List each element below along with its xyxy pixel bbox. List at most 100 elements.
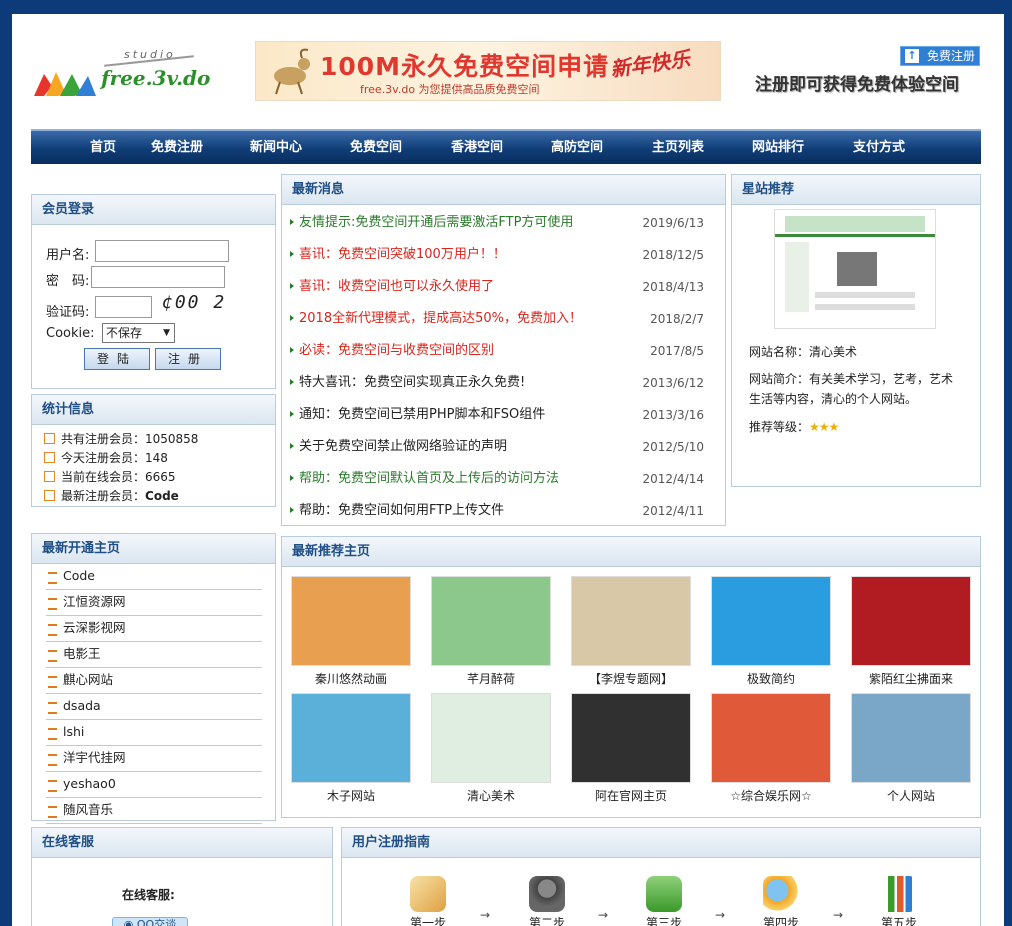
star-site-thumbnail[interactable] <box>774 209 936 329</box>
list-item[interactable]: yeshao0 <box>46 772 262 798</box>
nav-item-ddos-space[interactable]: 高防空间 <box>551 131 603 164</box>
recommended-item-name[interactable]: 秦川悠然动画 <box>290 670 412 687</box>
stat-online-members: 当前在线会员：6665 <box>44 468 176 485</box>
site-logo[interactable]: studio free.3v.do <box>34 48 210 108</box>
news-item-date: 2018/4/13 <box>642 280 704 294</box>
recommended-item[interactable]: ☆综合娱乐网☆ <box>710 693 832 804</box>
recommended-item-name[interactable]: 芊月醉荷 <box>430 670 552 687</box>
guide-step-1[interactable]: 第一步 <box>403 876 453 926</box>
login-register-button[interactable]: 注册 <box>155 348 221 370</box>
qq-chat-button[interactable]: ◉ QQ交谈 <box>112 917 188 926</box>
recommended-thumbnail[interactable] <box>571 576 691 666</box>
recommended-thumbnail[interactable] <box>291 693 411 783</box>
news-item-title[interactable]: 特大喜讯：免费空间实现真正永久免费! <box>289 367 525 399</box>
nav-item-payment[interactable]: 支付方式 <box>853 131 905 164</box>
recommended-item-name[interactable]: ☆综合娱乐网☆ <box>710 787 832 804</box>
guide-step-4-label: 第四步 <box>762 916 799 926</box>
news-item-title[interactable]: 必读：免费空间与收费空间的区别 <box>289 335 494 367</box>
guide-step-1-label: 第一步 <box>409 916 446 926</box>
recommended-item-name[interactable]: 阿在官网主页 <box>570 787 692 804</box>
recommended-item-name[interactable]: 木子网站 <box>290 787 412 804</box>
recommended-item[interactable]: 木子网站 <box>290 693 412 804</box>
cookie-select-value: 不保存 <box>106 326 143 340</box>
login-button[interactable]: 登陆 <box>84 348 150 370</box>
guide-step-2[interactable]: 第二步 <box>522 876 572 926</box>
recommended-item-name[interactable]: 【李煜专题网】 <box>570 670 692 687</box>
nav-item-homepage-list[interactable]: 主页列表 <box>652 131 704 164</box>
news-item[interactable]: 必读：免费空间与收费空间的区别 2017/8/5 <box>289 335 714 367</box>
recommended-thumbnail[interactable] <box>711 693 831 783</box>
news-item-title[interactable]: 通知：免费空间已禁用PHP脚本和FSO组件 <box>289 399 545 431</box>
username-label: 用户名: <box>46 248 90 263</box>
recommended-thumbnail[interactable] <box>851 576 971 666</box>
password-input[interactable] <box>91 266 225 288</box>
recommended-thumbnail[interactable] <box>851 693 971 783</box>
cookie-select[interactable]: 不保存 ▼ <box>102 323 175 343</box>
recommended-item-name[interactable]: 个人网站 <box>850 787 972 804</box>
news-item[interactable]: 通知：免费空间已禁用PHP脚本和FSO组件 2013/3/16 <box>289 399 714 431</box>
register-button[interactable]: ↑ 免费注册 <box>900 46 980 66</box>
recommended-item[interactable]: 极致简约 <box>710 576 832 687</box>
list-item[interactable]: 麒心网站 <box>46 668 262 694</box>
list-item[interactable]: dsada <box>46 694 262 720</box>
news-item[interactable]: 喜讯：收费空间也可以永久使用了 2018/4/13 <box>289 271 714 303</box>
star-site-name-value[interactable]: 清心美术 <box>809 345 857 359</box>
news-item[interactable]: 帮助：免费空间默认首页及上传后的访问方法 2012/4/14 <box>289 463 714 495</box>
news-item-title[interactable]: 关于免费空间禁止做网络验证的声明 <box>289 431 507 463</box>
recommended-thumbnail[interactable] <box>431 693 551 783</box>
news-item-title[interactable]: 友情提示:免费空间开通后需要激活FTP方可使用 <box>289 207 573 239</box>
username-input[interactable] <box>95 240 229 262</box>
arrow-right-icon: → <box>480 908 491 922</box>
recommended-thumbnail[interactable] <box>711 576 831 666</box>
recommended-panel: 最新推荐主页 秦川悠然动画 芊月醉荷 【李煜专题网】 极致简约 紫陌红尘拂面来 木子网站 清… <box>281 536 981 818</box>
nav-item-news[interactable]: 新闻中心 <box>250 131 302 164</box>
recommended-item[interactable]: 芊月醉荷 <box>430 576 552 687</box>
recommended-item[interactable]: 【李煜专题网】 <box>570 576 692 687</box>
arrow-right-icon: → <box>833 908 844 922</box>
recommended-item[interactable]: 清心美术 <box>430 693 552 804</box>
news-item[interactable]: 2018全新代理模式，提成高达50%，免费加入！ 2018/2/7 <box>289 303 714 335</box>
nav-item-hk-space[interactable]: 香港空间 <box>451 131 503 164</box>
news-item-title[interactable]: 2018全新代理模式，提成高达50%，免费加入！ <box>290 303 582 335</box>
list-item[interactable]: 洋宇代挂网 <box>46 746 262 772</box>
news-item-title[interactable]: 帮助：免费空间默认首页及上传后的访问方法 <box>289 463 559 495</box>
rating-stars-icon: ★★★ <box>809 420 839 434</box>
recommended-item-name[interactable]: 紫陌红尘拂面来 <box>850 670 972 687</box>
nav-item-free-space[interactable]: 免费空间 <box>350 131 402 164</box>
news-item[interactable]: 喜讯：免费空间突破100万用户！！ 2018/12/5 <box>289 239 714 271</box>
news-item-title[interactable]: 帮助：免费空间如何用FTP上传文件 <box>289 495 504 527</box>
goat-icon <box>274 48 310 95</box>
recommended-thumbnail[interactable] <box>291 576 411 666</box>
recommended-item-name[interactable]: 清心美术 <box>430 787 552 804</box>
news-item-title[interactable]: 喜讯：免费空间突破100万用户！！ <box>290 239 506 271</box>
recommended-item[interactable]: 阿在官网主页 <box>570 693 692 804</box>
list-item[interactable]: 随风音乐 <box>46 798 262 824</box>
nav-item-free-register[interactable]: 免费注册 <box>151 131 203 164</box>
recommended-item-name[interactable]: 极致简约 <box>710 670 832 687</box>
nav-item-home[interactable]: 首页 <box>90 131 116 164</box>
recommended-item[interactable]: 个人网站 <box>850 693 972 804</box>
recommended-item[interactable]: 紫陌红尘拂面来 <box>850 576 972 687</box>
banner-ad[interactable]: 100M永久免费空间申请 free.3v.do 为您提供高品质免费空间 新年快乐 <box>255 41 721 101</box>
news-item[interactable]: 帮助：免费空间如何用FTP上传文件 2012/4/11 <box>289 495 714 527</box>
news-item[interactable]: 关于免费空间禁止做网络验证的声明 2012/5/10 <box>289 431 714 463</box>
list-item[interactable]: Code <box>46 564 262 590</box>
list-item[interactable]: 云深影视网 <box>46 616 262 642</box>
list-item[interactable]: 江恒资源网 <box>46 590 262 616</box>
news-item-title[interactable]: 喜讯：收费空间也可以永久使用了 <box>289 271 494 303</box>
arrow-up-icon: ↑ <box>905 49 919 63</box>
guide-step-4[interactable]: 第四步 <box>756 876 806 926</box>
list-item[interactable]: lshi <box>46 720 262 746</box>
guide-step-3[interactable]: 第三步 <box>639 876 689 926</box>
news-item[interactable]: 特大喜讯：免费空间实现真正永久免费! 2013/6/12 <box>289 367 714 399</box>
recommended-item[interactable]: 秦川悠然动画 <box>290 576 412 687</box>
stat-latest-value[interactable]: Code <box>145 489 179 503</box>
guide-step-5[interactable]: 第五步 <box>874 876 924 926</box>
list-item[interactable]: 电影王 <box>46 642 262 668</box>
captcha-input[interactable] <box>95 296 152 318</box>
captcha-image[interactable]: ¢00 2 <box>162 292 226 313</box>
recommended-thumbnail[interactable] <box>431 576 551 666</box>
news-item[interactable]: 友情提示:免费空间开通后需要激活FTP方可使用 2019/6/13 <box>289 207 714 239</box>
nav-item-ranking[interactable]: 网站排行 <box>752 131 804 164</box>
recommended-thumbnail[interactable] <box>571 693 691 783</box>
